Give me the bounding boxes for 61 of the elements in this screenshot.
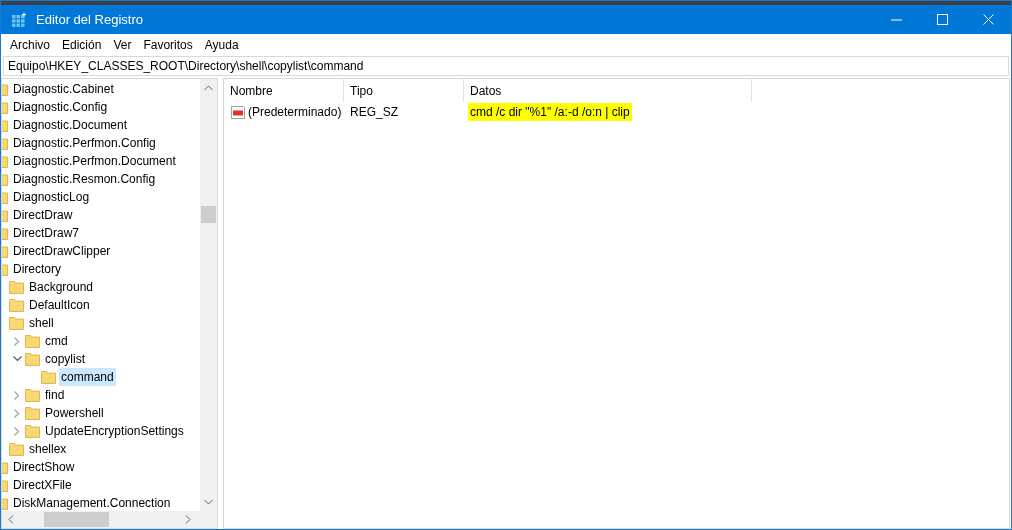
- tree-item[interactable]: UpdateEncryptionSettings: [43, 422, 186, 440]
- tree-item[interactable]: Powershell: [43, 404, 106, 422]
- tree-item[interactable]: DirectDrawClipper: [11, 242, 113, 260]
- tree-item[interactable]: Diagnostic.Perfmon.Config: [11, 134, 158, 152]
- tree-item[interactable]: Background: [27, 278, 96, 296]
- close-icon: [982, 14, 994, 25]
- menu-item[interactable]: Ayuda: [198, 36, 245, 54]
- vertical-scrollbar[interactable]: [200, 79, 217, 511]
- chevron-down-icon[interactable]: [12, 356, 22, 362]
- tree-item[interactable]: Diagnostic.Resmon.Config: [11, 170, 158, 188]
- folder-icon: [25, 406, 40, 420]
- window-title: Editor del Registro: [36, 10, 143, 29]
- tree-item[interactable]: find: [43, 386, 67, 404]
- folder-icon: [9, 316, 24, 330]
- minimize-icon: [890, 18, 902, 21]
- folder-icon: [25, 334, 40, 348]
- folder-icon: [25, 352, 40, 366]
- folder-icon: [9, 280, 24, 294]
- table-cell-text: (Predeterminado): [248, 104, 342, 121]
- scroll-right-icon[interactable]: [185, 515, 191, 524]
- tree-item[interactable]: DirectDraw: [11, 206, 75, 224]
- menu-item[interactable]: Archivo: [4, 36, 56, 54]
- scroll-down-icon[interactable]: [204, 499, 213, 505]
- tree-item[interactable]: DiskManagement.Connection: [11, 494, 173, 511]
- tree-item[interactable]: DiagnosticLog: [11, 188, 92, 206]
- tree-item[interactable]: shellex: [27, 440, 69, 458]
- column-header[interactable]: Nombre: [224, 79, 344, 102]
- folder-icon: [25, 424, 40, 438]
- scrollbar-thumb[interactable]: [44, 512, 109, 527]
- table-cell: cmd /c dir "%1" /a:-d /o:n | clip: [468, 103, 632, 121]
- tree-item[interactable]: DirectXFile: [11, 476, 74, 494]
- registry-icon: [11, 11, 27, 28]
- tree-item[interactable]: cmd: [43, 332, 70, 350]
- scroll-left-icon[interactable]: [8, 515, 14, 524]
- folder-icon: [25, 388, 40, 402]
- tree-item[interactable]: Diagnostic.Config: [11, 98, 110, 116]
- maximize-icon: [936, 14, 948, 25]
- menu-item[interactable]: Favoritos: [137, 36, 199, 54]
- tree-item[interactable]: DirectShow: [11, 458, 77, 476]
- menu-item[interactable]: Ver: [107, 36, 138, 54]
- horizontal-scrollbar[interactable]: [2, 511, 217, 528]
- folder-icon: [9, 442, 24, 456]
- tree-item[interactable]: Diagnostic.Document: [11, 116, 130, 134]
- folder-icon: [9, 298, 24, 312]
- tree-item[interactable]: DirectDraw7: [11, 224, 81, 242]
- folder-icon: [41, 370, 56, 384]
- tree-item[interactable]: Diagnostic.Cabinet: [11, 80, 116, 98]
- tree-item[interactable]: Directory: [11, 260, 63, 278]
- column-header[interactable]: Tipo: [344, 79, 464, 102]
- tree-item[interactable]: command: [59, 368, 116, 386]
- tree-item[interactable]: DefaultIcon: [27, 296, 92, 314]
- chevron-right-icon[interactable]: [14, 336, 20, 346]
- menu-item[interactable]: Edición: [56, 36, 108, 54]
- tree-item[interactable]: shell: [27, 314, 56, 332]
- scrollbar-thumb[interactable]: [201, 206, 216, 223]
- tree-item[interactable]: copylist: [43, 350, 87, 368]
- tree-item[interactable]: Diagnostic.Perfmon.Document: [11, 152, 178, 170]
- table-cell-text: REG_SZ: [349, 104, 399, 121]
- scroll-up-icon[interactable]: [204, 85, 213, 91]
- column-header[interactable]: Datos: [464, 79, 752, 102]
- address-field[interactable]: Equipo\HKEY_CLASSES_ROOT\Directory\shell\copylist\command: [3, 56, 1009, 76]
